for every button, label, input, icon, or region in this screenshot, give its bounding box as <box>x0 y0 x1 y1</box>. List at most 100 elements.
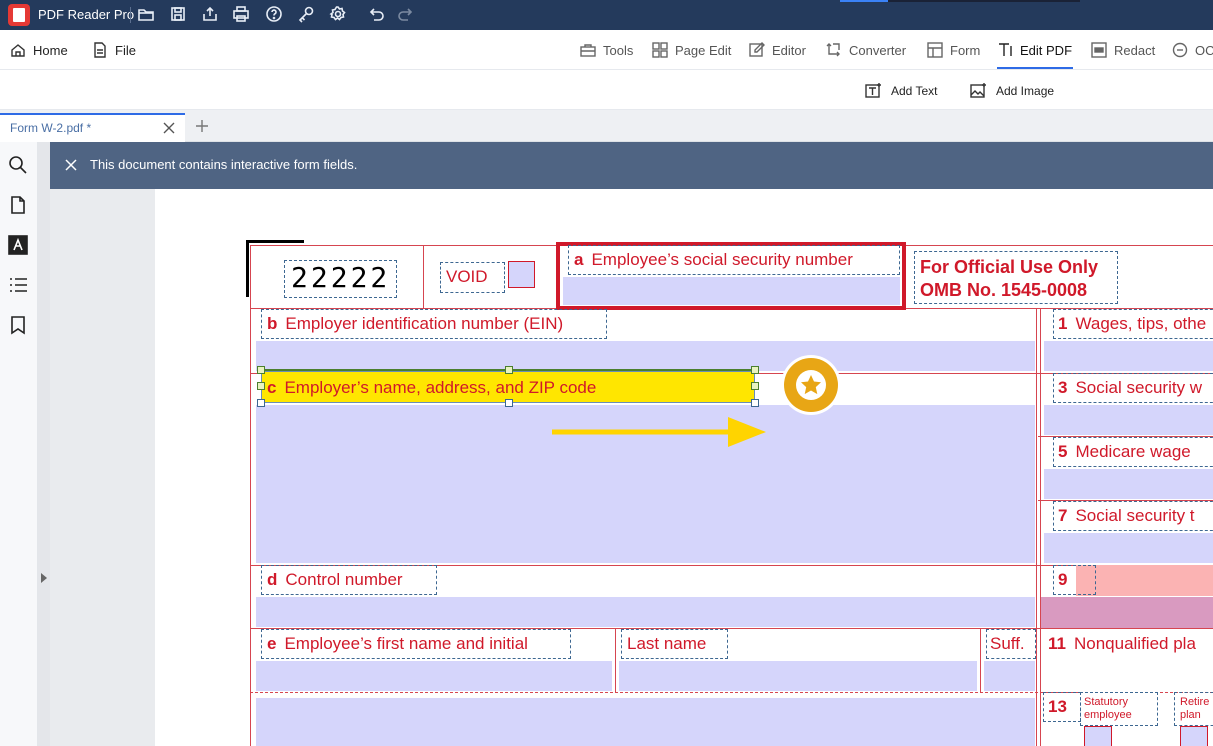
menu-tools[interactable]: Tools <box>580 30 633 70</box>
control-number-letter: d <box>267 570 278 589</box>
search-icon[interactable] <box>8 155 28 175</box>
control-number-input[interactable] <box>256 597 1035 627</box>
document-tab[interactable]: Form W-2.pdf * <box>0 113 185 142</box>
menu-page-edit[interactable]: Page Edit <box>652 30 731 70</box>
resize-handle[interactable] <box>505 399 513 407</box>
redact-icon <box>1091 42 1107 58</box>
ein-input[interactable] <box>256 341 1035 371</box>
pencil-icon <box>749 42 765 57</box>
save-icon[interactable] <box>168 5 188 25</box>
document-tab-label: Form W-2.pdf * <box>10 121 92 135</box>
box9-input[interactable] <box>1041 597 1213 628</box>
arrow-right-icon <box>552 417 766 447</box>
box5-input[interactable] <box>1044 469 1213 499</box>
first-name-letter: e <box>267 634 277 653</box>
resize-handle[interactable] <box>505 366 513 374</box>
menu-converter[interactable]: Converter <box>826 30 906 70</box>
menu-bar: Home File Tools Page Edit Editor Convert… <box>0 30 1213 70</box>
menu-editor[interactable]: Editor <box>749 30 806 70</box>
sidebar-splitter[interactable] <box>38 142 50 746</box>
statutory-label-line2: employee <box>1084 709 1132 721</box>
new-tab-icon[interactable] <box>193 117 211 135</box>
resize-handle[interactable] <box>257 366 265 374</box>
menu-home[interactable]: Home <box>10 30 68 70</box>
add-text-label: Add Text <box>891 83 938 98</box>
menu-edit-pdf-label: Edit PDF <box>1020 42 1073 58</box>
box13-number: 13 <box>1048 697 1067 716</box>
settings-icon[interactable] <box>328 5 348 25</box>
add-image-icon <box>970 82 986 98</box>
share-icon[interactable] <box>200 5 220 25</box>
print-icon[interactable] <box>231 5 251 25</box>
box7-input[interactable] <box>1044 533 1213 563</box>
employee-address-input[interactable] <box>256 698 1035 746</box>
first-name-label: e Employee’s first name and initial <box>267 634 528 654</box>
key-icon[interactable] <box>296 5 316 25</box>
box1-number: 1 <box>1058 314 1068 333</box>
first-name-label-text: Employee’s first name and initial <box>284 634 528 653</box>
last-name-input[interactable] <box>619 661 977 691</box>
menu-redact[interactable]: Redact <box>1091 30 1155 70</box>
ssn-label-text: Employee’s social security number <box>591 250 853 269</box>
menu-form[interactable]: Form <box>927 30 980 70</box>
expand-panel-icon[interactable] <box>39 571 49 585</box>
close-notice-icon[interactable] <box>64 158 78 172</box>
resize-handle[interactable] <box>751 366 759 374</box>
box7-label: 7 Social security t <box>1058 506 1195 526</box>
undo-icon[interactable] <box>366 5 386 25</box>
menu-edit-pdf[interactable]: Edit PDF <box>997 30 1072 70</box>
menu-home-label: Home <box>33 42 68 58</box>
first-name-input[interactable] <box>256 661 612 691</box>
form-line <box>615 628 616 692</box>
form-icon <box>927 42 943 58</box>
resize-handle[interactable] <box>257 399 265 407</box>
box11-label: 11 Nonqualified pla <box>1048 634 1196 654</box>
box1-input[interactable] <box>1044 341 1213 371</box>
menu-file[interactable]: File <box>92 30 136 70</box>
ocr-icon <box>1172 42 1188 58</box>
box3-number: 3 <box>1058 378 1068 397</box>
box5-number: 5 <box>1058 442 1068 461</box>
menu-ocr-label: OC <box>1195 42 1213 58</box>
grid-icon <box>652 42 668 58</box>
open-folder-icon[interactable] <box>136 5 156 25</box>
font-icon[interactable] <box>8 235 28 255</box>
text-cursor-icon <box>999 43 1012 56</box>
void-checkbox[interactable] <box>508 261 535 288</box>
menu-file-label: File <box>115 42 136 58</box>
add-image-button[interactable]: Add Image <box>970 71 1054 110</box>
employer-label: c Employer’s name, address, and ZIP code <box>267 378 596 398</box>
ssn-letter: a <box>574 250 584 269</box>
notice-text: This document contains interactive form … <box>90 157 358 172</box>
active-tab-indicator <box>997 67 1073 69</box>
box3-input[interactable] <box>1044 405 1213 435</box>
menu-converter-label: Converter <box>849 42 907 58</box>
official-use-text: For Official Use Only <box>920 257 1099 277</box>
resize-handle[interactable] <box>257 382 265 390</box>
menu-redact-label: Redact <box>1114 42 1156 58</box>
resize-handle[interactable] <box>751 382 759 390</box>
window-accent-bar <box>840 0 888 2</box>
titlebar-divider <box>130 7 131 23</box>
statutory-checkbox[interactable] <box>1084 726 1112 746</box>
convert-icon <box>826 43 840 57</box>
form-line <box>980 628 981 692</box>
help-icon[interactable] <box>264 5 284 25</box>
box9-field-top <box>1076 565 1213 596</box>
retirement-label-line1: Retire <box>1180 696 1210 708</box>
close-tab-icon[interactable] <box>162 121 176 135</box>
suffix-input[interactable] <box>984 661 1035 691</box>
box5-label-text: Medicare wage <box>1075 442 1191 461</box>
box1-label: 1 Wages, tips, othe <box>1058 314 1206 334</box>
add-text-button[interactable]: Add Text <box>865 71 937 110</box>
menu-tools-label: Tools <box>603 42 634 58</box>
redo-icon[interactable] <box>396 5 416 25</box>
thumbnails-icon[interactable] <box>8 195 28 215</box>
ein-label: b Employer identification number (EIN) <box>267 314 563 334</box>
ssn-label: a Employee’s social security number <box>574 250 853 270</box>
outline-list-icon[interactable] <box>8 275 28 295</box>
resize-handle[interactable] <box>751 399 759 407</box>
bookmark-icon[interactable] <box>8 315 28 335</box>
retirement-checkbox[interactable] <box>1180 726 1208 746</box>
menu-ocr[interactable]: OC <box>1172 30 1213 70</box>
